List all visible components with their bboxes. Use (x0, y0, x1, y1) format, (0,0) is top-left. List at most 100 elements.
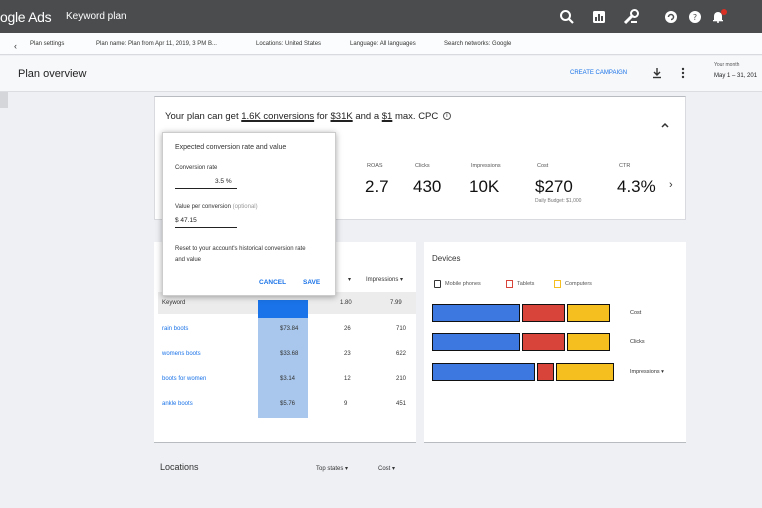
value-per-conversion-input[interactable]: $ 47.15 (175, 217, 197, 224)
legend-mobile: Mobile phones (434, 280, 481, 288)
header-cell[interactable]: 7.99 (390, 300, 402, 306)
metric-value: $270 (535, 177, 573, 196)
keyword-cell[interactable]: womens boots (162, 351, 201, 357)
overview-header: Plan overview CREATE CAMPAIGN (0, 56, 762, 92)
date-range-label: Your month (714, 62, 740, 68)
devices-card: Devices Mobile phones Tablets Computers … (424, 242, 686, 442)
conversion-settings-popup: Expected conversion rate and value Conve… (162, 132, 336, 296)
plan-settings-link[interactable]: Plan settings (30, 41, 64, 47)
plan-name-setting[interactable]: Plan name: Plan from Apr 11, 2019, 3 PM … (96, 41, 217, 47)
computer-share-segment (567, 304, 610, 322)
clicks-cell: 26 (344, 326, 351, 332)
metric-value: 430 (413, 177, 442, 196)
page-title: Keyword plan (66, 11, 127, 22)
impressions-cell: 710 (396, 326, 407, 332)
cost-cell: $33.68 (280, 351, 299, 357)
device-bar-label[interactable]: Impressions ▾ (630, 369, 664, 375)
metric-label: Cost (537, 163, 549, 169)
left-edge-marker (0, 92, 8, 108)
device-bar (432, 363, 614, 381)
search-icon[interactable] (556, 6, 578, 28)
device-bar (432, 333, 610, 351)
popup-title: Expected conversion rate and value (175, 144, 287, 151)
keyword-cell[interactable]: rain boots (162, 326, 188, 332)
back-arrow-icon[interactable]: ‹ (14, 41, 17, 51)
clicks-cell: 9 (344, 401, 348, 407)
device-bar (432, 304, 610, 322)
cost-link[interactable]: $31K (331, 111, 353, 122)
create-campaign-button[interactable]: CREATE CAMPAIGN (570, 70, 627, 76)
tablet-icon (506, 280, 513, 288)
metric-selector[interactable]: Impressions ▾ (366, 276, 403, 283)
header-cell[interactable]: Keyword (162, 300, 185, 306)
notification-badge (721, 9, 727, 15)
value-per-conversion-label: Value per conversion (optional) (175, 204, 258, 210)
download-icon[interactable] (652, 66, 662, 79)
conversion-rate-label: Conversion rate (175, 165, 218, 171)
header-cell[interactable]: 1.80 (340, 300, 352, 306)
conversion-rate-underline (175, 188, 237, 189)
tools-icon[interactable] (620, 6, 642, 28)
tablet-share-segment (522, 304, 565, 322)
metric-label: Impressions (471, 163, 501, 169)
cpc-link[interactable]: $1 (382, 111, 393, 122)
collapse-chevron-icon[interactable] (661, 115, 669, 128)
device-bar-label[interactable]: Cost (630, 310, 641, 316)
metric-label: Clicks (415, 163, 430, 169)
cost-column-header-highlight (258, 300, 308, 318)
mobile-share-segment (432, 363, 535, 381)
network-setting[interactable]: Search networks: Google (444, 41, 511, 47)
next-metrics-chevron-icon[interactable]: › (669, 179, 673, 191)
locations-metric-selector[interactable]: Cost ▾ (378, 465, 395, 472)
keyword-cell[interactable]: ankle boots (162, 401, 193, 407)
computer-share-segment (556, 363, 614, 381)
clicks-cell: 12 (344, 376, 351, 382)
devices-title: Devices (432, 254, 461, 263)
conversion-rate-input[interactable]: 3.5 % (215, 178, 232, 185)
refresh-icon[interactable] (660, 6, 682, 28)
tablet-share-segment (522, 333, 565, 351)
keyword-cell[interactable]: boots for women (162, 376, 206, 382)
metric-label: ROAS (367, 163, 383, 169)
locations-title: Locations (160, 462, 199, 472)
conversions-link[interactable]: 1.6K conversions (241, 111, 314, 122)
table-row[interactable]: womens boots $33.68 23 622 (158, 343, 416, 368)
save-button[interactable]: SAVE (303, 279, 320, 286)
impressions-cell: 622 (396, 351, 407, 357)
table-row[interactable]: boots for women $3.14 12 210 (158, 368, 416, 393)
devices-divider (424, 442, 686, 443)
cancel-button[interactable]: CANCEL (259, 279, 286, 286)
locations-scope-selector[interactable]: Top states ▾ (316, 465, 348, 472)
legend-tablets: Tablets (506, 280, 534, 288)
reports-icon[interactable] (588, 6, 610, 28)
cost-cell: $5.76 (280, 401, 296, 407)
google-ads-logo[interactable]: ogle Ads (0, 9, 52, 25)
table-row[interactable]: rain boots $73.84 26 710 (158, 318, 416, 343)
cost-cell: $73.84 (280, 326, 299, 332)
more-options-icon[interactable] (680, 66, 686, 80)
overview-title: Plan overview (18, 68, 87, 80)
date-range-selector[interactable]: May 1 – 31, 201 (714, 73, 757, 79)
device-bar-label[interactable]: Clicks (630, 339, 645, 345)
metric-value: 2.7 (365, 177, 389, 196)
metric-value: 10K (469, 177, 500, 196)
help-icon[interactable]: ? (684, 6, 706, 28)
impressions-cell: 210 (396, 376, 407, 382)
mobile-share-segment (432, 333, 520, 351)
mobile-phone-icon (434, 280, 441, 288)
value-underline (175, 227, 237, 228)
language-setting[interactable]: Language: All languages (350, 41, 416, 47)
table-divider (154, 442, 416, 443)
svg-text:?: ? (693, 13, 697, 22)
info-icon[interactable]: i (442, 112, 451, 121)
locations-setting[interactable]: Locations: United States (256, 41, 321, 47)
top-app-bar: ogle Ads Keyword plan ? (0, 0, 762, 33)
forecast-headline: Your plan can get 1.6K conversions for $… (165, 111, 451, 122)
mobile-share-segment (432, 304, 520, 322)
table-row[interactable]: ankle boots $5.76 9 451 (158, 393, 416, 418)
reset-to-historical-link[interactable]: Reset to your account's historical conve… (175, 244, 315, 266)
column-selector[interactable]: ▾ (348, 276, 351, 283)
impressions-cell: 451 (396, 401, 407, 407)
tablet-share-segment (537, 363, 554, 381)
daily-budget-note: Daily Budget: $1,000 (535, 198, 582, 204)
